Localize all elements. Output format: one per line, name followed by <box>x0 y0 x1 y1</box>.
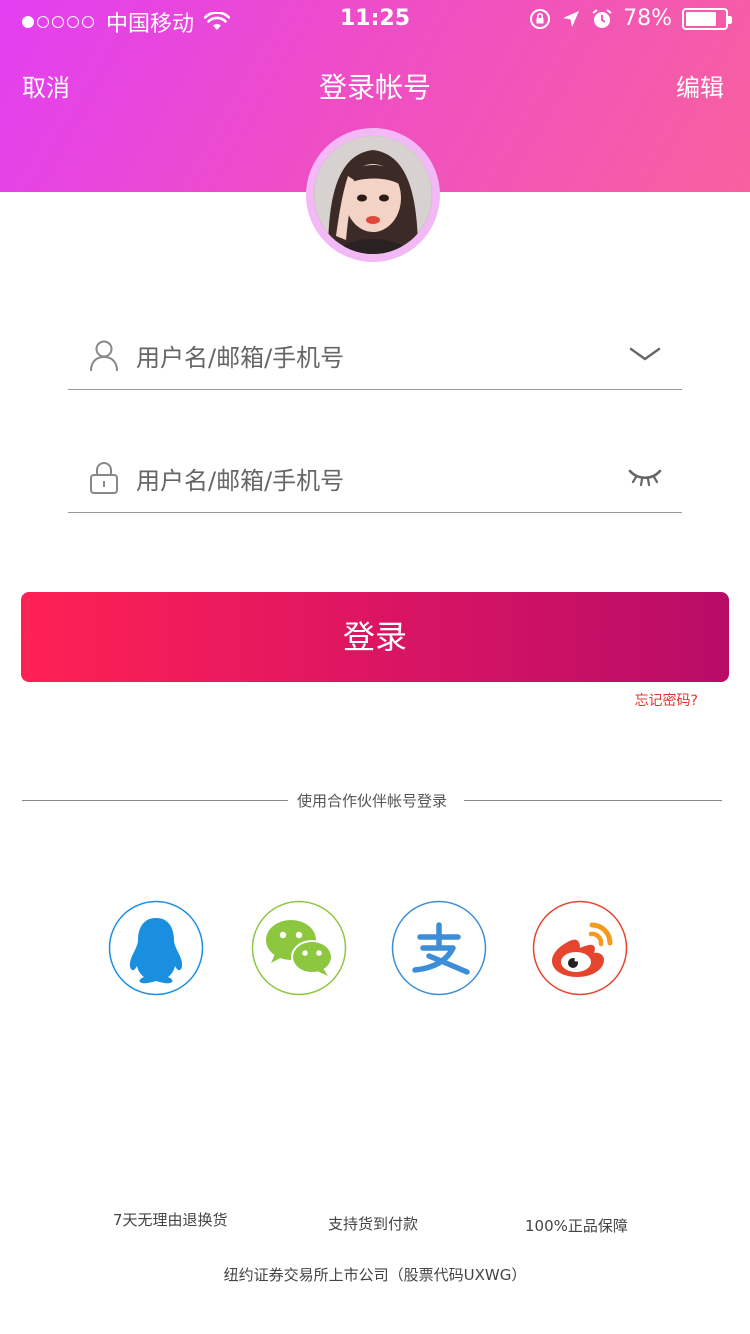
alarm-icon <box>592 8 612 28</box>
qq-login-button[interactable] <box>108 900 204 996</box>
guarantee-return: 7天无理由退换货 <box>113 1211 228 1229</box>
status-right: 78% <box>529 6 732 31</box>
wechat-login-button[interactable] <box>251 900 347 996</box>
username-field[interactable]: 用户名/邮箱/手机号 <box>68 320 682 390</box>
weibo-login-button[interactable] <box>532 900 628 996</box>
wechat-icon <box>251 900 347 996</box>
battery-icon <box>682 7 732 30</box>
location-icon <box>563 10 580 27</box>
weibo-icon <box>532 900 628 996</box>
alipay-icon <box>391 900 487 996</box>
login-button[interactable]: 登录 <box>21 592 729 682</box>
avatar-photo <box>314 136 432 254</box>
password-field[interactable]: 用户名/邮箱/手机号 <box>68 443 682 513</box>
status-bar: 中国移动 11:25 78% <box>0 0 750 40</box>
password-input[interactable]: 用户名/邮箱/手机号 <box>136 461 344 496</box>
battery-percent: 78% <box>623 6 672 31</box>
username-input[interactable]: 用户名/邮箱/手机号 <box>136 338 344 373</box>
guarantee-genuine: 100%正品保障 <box>525 1217 628 1235</box>
divider-line-right <box>464 800 722 801</box>
edit-button[interactable]: 编辑 <box>676 68 724 103</box>
footer-text: 纽约证券交易所上市公司（股票代码UXWG） <box>223 1266 527 1284</box>
forgot-password-link[interactable]: 忘记密码? <box>635 690 698 710</box>
lock-icon <box>90 462 118 494</box>
orientation-lock-icon <box>530 8 551 29</box>
partner-divider: 使用合作伙伴帐号登录 <box>22 788 722 812</box>
qq-icon <box>108 900 204 996</box>
guarantee-cod: 支持货到付款 <box>328 1215 419 1233</box>
avatar[interactable] <box>306 128 440 262</box>
chevron-down-icon[interactable] <box>628 344 662 364</box>
page-title: 登录帐号 <box>318 71 431 104</box>
user-icon <box>90 340 118 372</box>
alipay-login-button[interactable] <box>391 900 487 996</box>
eye-closed-icon[interactable] <box>628 467 662 487</box>
